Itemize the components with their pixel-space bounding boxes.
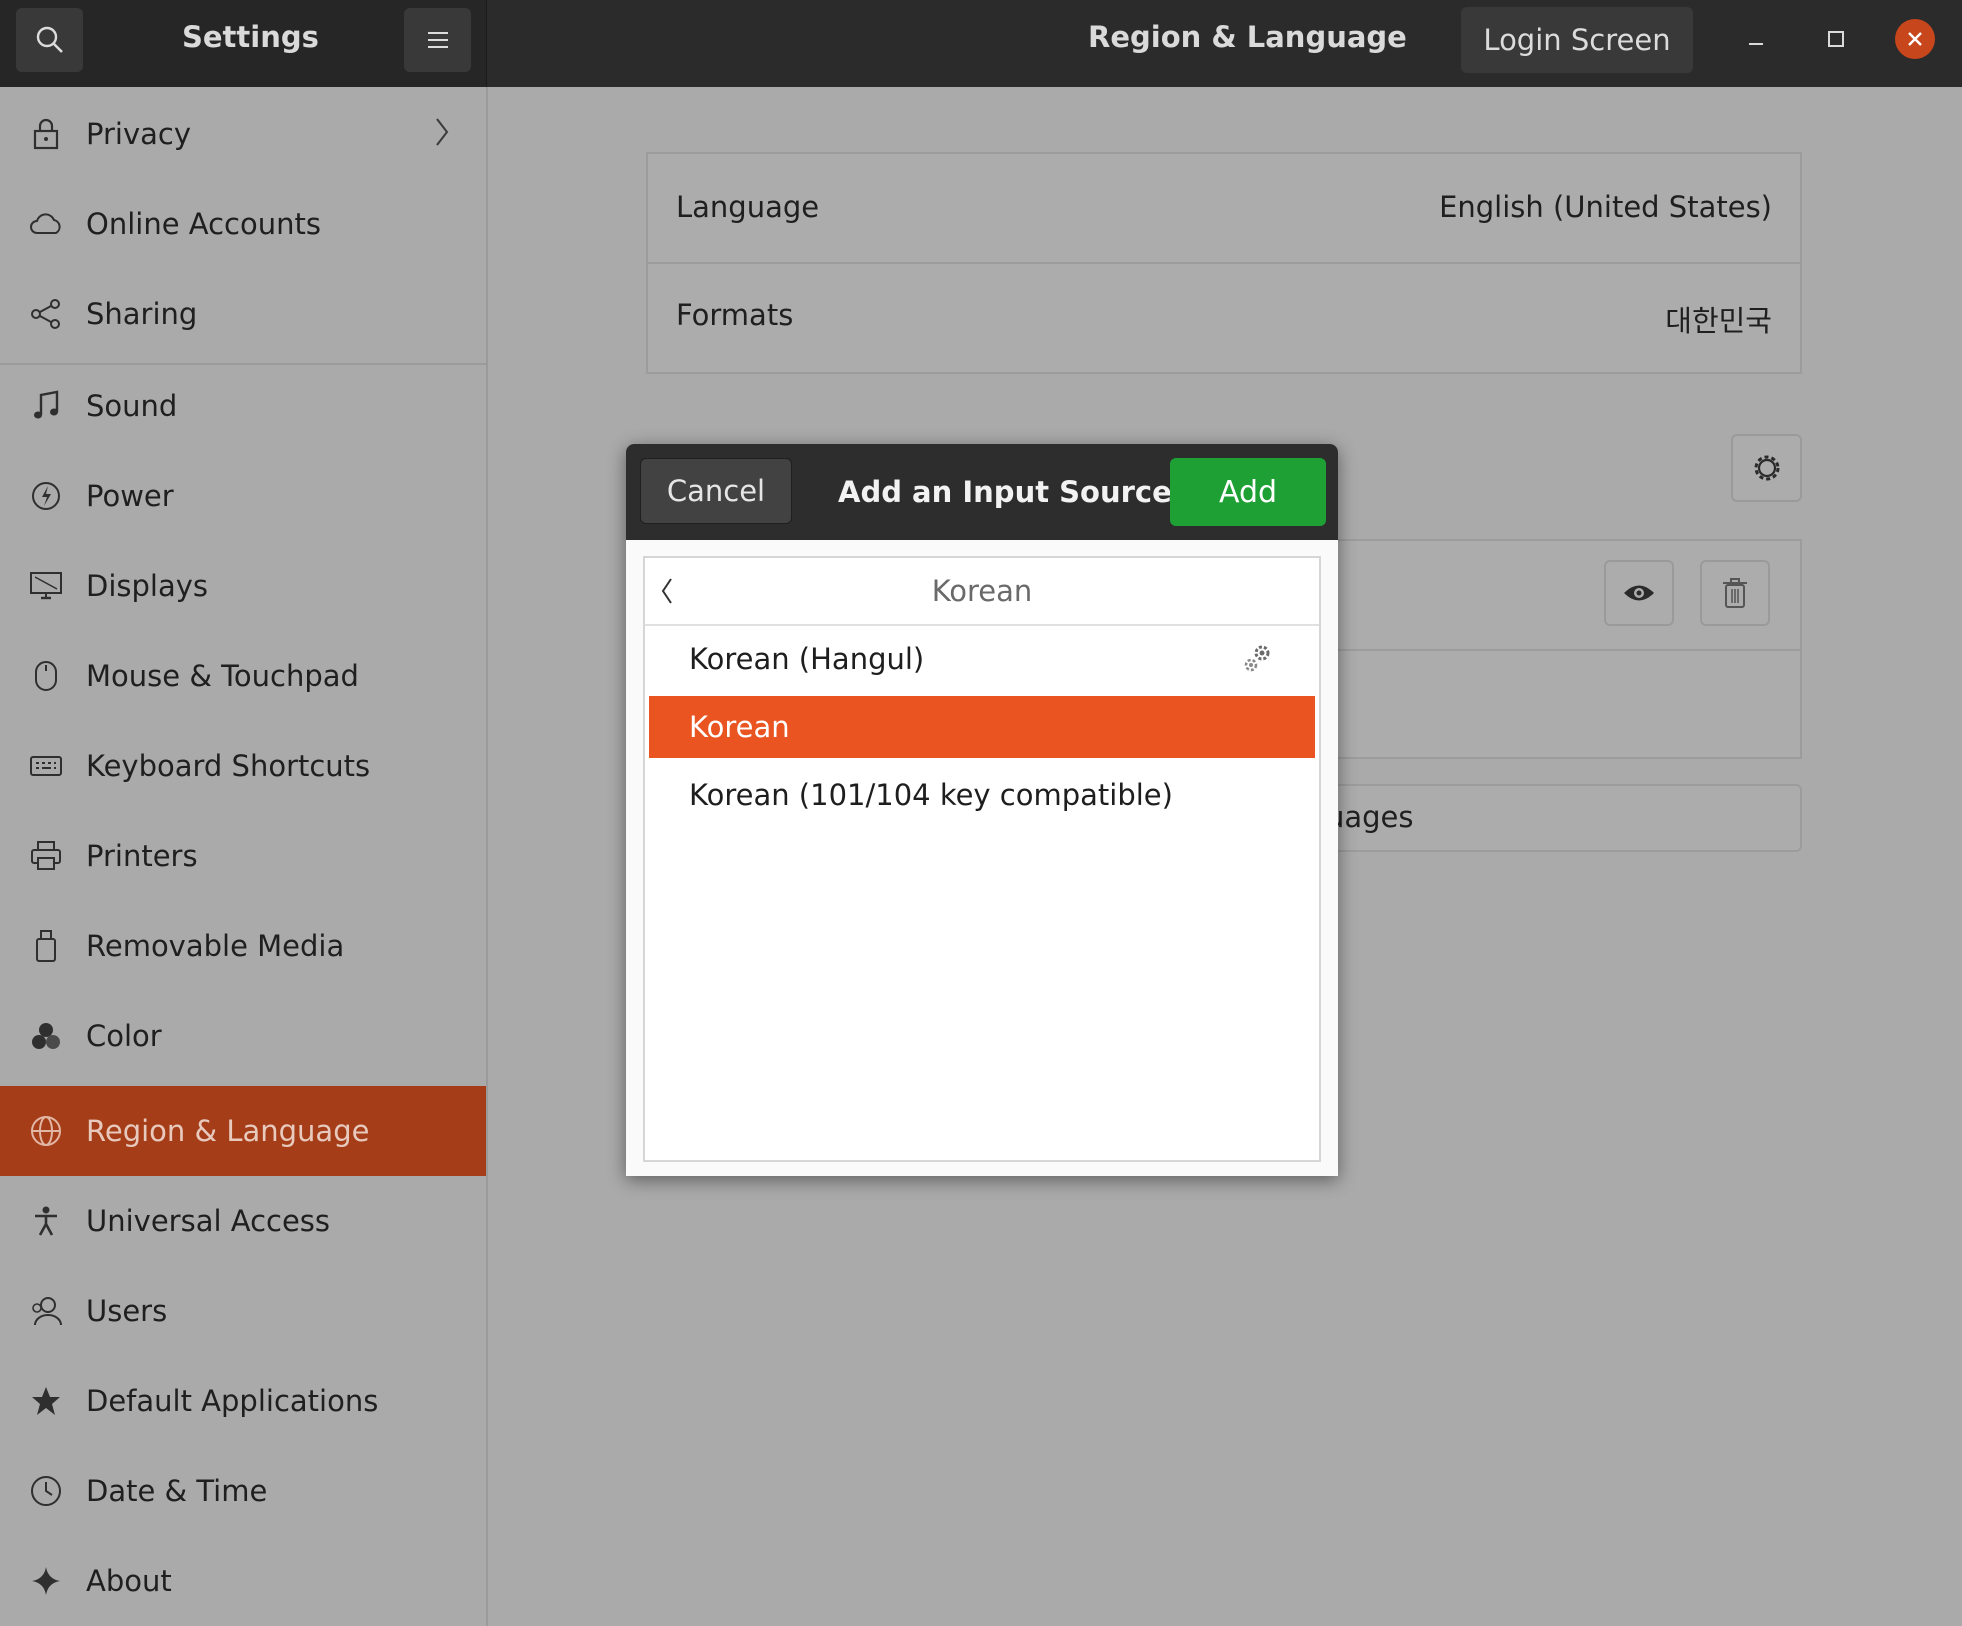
list-item-selected[interactable]: Korean xyxy=(649,696,1315,758)
list-item[interactable]: Korean (Hangul) xyxy=(645,626,1319,692)
remove-input-source-button[interactable] xyxy=(1700,560,1770,626)
list-item-label: Korean (Hangul) xyxy=(689,642,925,676)
gear-icon xyxy=(1754,455,1779,481)
color-icon xyxy=(28,1018,64,1054)
hamburger-menu-icon xyxy=(427,32,448,48)
power-icon xyxy=(28,478,64,514)
close-button[interactable] xyxy=(1895,19,1935,59)
close-icon xyxy=(1908,32,1922,46)
sidebar-item-privacy[interactable]: Privacy xyxy=(0,89,486,179)
clock-icon xyxy=(28,1473,64,1509)
language-formats-panel: Language English (United States) Formats… xyxy=(646,152,1802,374)
mouse-icon xyxy=(28,658,64,694)
sidebar-header: Settings xyxy=(0,0,487,87)
add-button[interactable]: Add xyxy=(1170,458,1326,526)
formats-row[interactable]: Formats 대한민국 xyxy=(648,264,1800,372)
list-header: Korean xyxy=(645,558,1319,626)
sidebar-item-universal-access[interactable]: Universal Access xyxy=(0,1176,486,1266)
display-icon xyxy=(28,568,64,604)
search-icon xyxy=(36,26,63,53)
sidebar-item-label: Power xyxy=(86,479,174,513)
sidebar-item-removable-media[interactable]: Removable Media xyxy=(0,901,486,991)
minimize-icon xyxy=(1749,43,1763,45)
sidebar-item-keyboard-shortcuts[interactable]: Keyboard Shortcuts xyxy=(0,721,486,811)
sidebar-item-label: Sharing xyxy=(86,297,198,331)
list-item-label: Korean (101/104 key compatible) xyxy=(689,778,1173,812)
sidebar-item-about[interactable]: About xyxy=(0,1536,486,1626)
chevron-right-icon xyxy=(434,116,450,152)
cancel-button[interactable]: Cancel xyxy=(640,458,792,524)
sidebar-item-label: Privacy xyxy=(86,117,191,151)
sidebar-item-label: Printers xyxy=(86,839,198,873)
sidebar-item-region-language[interactable]: Region & Language xyxy=(0,1086,486,1176)
input-source-list: Korean Korean (Hangul) Korean Korean (10… xyxy=(643,556,1321,1162)
sidebar-item-label: About xyxy=(86,1564,172,1598)
sidebar-item-power[interactable]: Power xyxy=(0,451,486,541)
dialog-title: Add an Input Source xyxy=(838,475,1172,509)
usb-drive-icon xyxy=(28,928,64,964)
keyboard-icon xyxy=(28,748,64,784)
sidebar-item-label: Displays xyxy=(86,569,209,603)
sidebar-item-label: Online Accounts xyxy=(86,207,321,241)
sidebar-item-color[interactable]: Color xyxy=(0,991,486,1081)
sidebar-item-label: Sound xyxy=(86,389,178,423)
sidebar-item-online-accounts[interactable]: Online Accounts xyxy=(0,179,486,269)
list-item-label: Korean xyxy=(689,710,790,744)
preview-layout-button[interactable] xyxy=(1604,560,1674,626)
sidebar-item-users[interactable]: Users xyxy=(0,1266,486,1356)
sidebar-item-label: Mouse & Touchpad xyxy=(86,659,359,693)
minimize-button[interactable] xyxy=(1737,20,1775,58)
language-label: Language xyxy=(676,190,820,224)
lock-icon xyxy=(28,116,64,152)
sidebar-item-sharing[interactable]: Sharing xyxy=(0,269,486,359)
dialog-header: Cancel Add an Input Source Add xyxy=(626,444,1338,540)
sidebar-item-label: Universal Access xyxy=(86,1204,331,1238)
manage-languages-label: uages xyxy=(1326,800,1414,834)
maximize-icon xyxy=(1828,31,1844,47)
sidebar-item-label: Removable Media xyxy=(86,929,345,963)
sidebar-item-label: Users xyxy=(86,1294,168,1328)
share-icon xyxy=(28,296,64,332)
cloud-icon xyxy=(28,206,64,242)
sidebar-item-sound[interactable]: Sound xyxy=(0,361,486,451)
sidebar-item-mouse-touchpad[interactable]: Mouse & Touchpad xyxy=(0,631,486,721)
list-item[interactable]: Korean (101/104 key compatible) xyxy=(645,762,1319,828)
input-source-options-button[interactable] xyxy=(1731,434,1802,502)
globe-icon xyxy=(28,1113,64,1149)
language-row[interactable]: Language English (United States) xyxy=(648,154,1800,264)
sidebar-item-printers[interactable]: Printers xyxy=(0,811,486,901)
title-bar: Settings Region & Language Login Screen xyxy=(0,0,1962,87)
sidebar-item-label: Color xyxy=(86,1019,162,1053)
app-title: Settings xyxy=(182,20,319,54)
settings-gears-icon xyxy=(1241,642,1275,678)
page-title: Region & Language xyxy=(1088,20,1407,54)
eye-icon xyxy=(1624,585,1654,601)
sparkle-icon xyxy=(28,1563,64,1599)
sidebar-item-label: Keyboard Shortcuts xyxy=(86,749,371,783)
music-note-icon xyxy=(28,388,64,424)
language-value: English (United States) xyxy=(1439,190,1772,224)
formats-label: Formats xyxy=(676,298,794,332)
sidebar-item-default-applications[interactable]: Default Applications xyxy=(0,1356,486,1446)
add-input-source-dialog: Cancel Add an Input Source Add Korean Ko… xyxy=(626,444,1338,1176)
printer-icon xyxy=(28,838,64,874)
manage-languages-button[interactable]: uages xyxy=(1318,784,1802,852)
sidebar-item-label: Default Applications xyxy=(86,1384,379,1418)
sidebar: Privacy Online Accounts Sharing Sound Po… xyxy=(0,87,488,1626)
search-button[interactable] xyxy=(16,8,83,72)
list-header-title: Korean xyxy=(931,574,1033,608)
star-icon xyxy=(28,1383,64,1419)
trash-icon xyxy=(1723,578,1747,608)
sidebar-item-label: Date & Time xyxy=(86,1474,268,1508)
accessibility-icon xyxy=(28,1203,64,1239)
menu-button[interactable] xyxy=(404,8,471,72)
maximize-button[interactable] xyxy=(1817,20,1855,58)
sidebar-item-label: Region & Language xyxy=(86,1114,370,1148)
formats-value: 대한민국 xyxy=(1665,304,1772,338)
users-icon xyxy=(28,1293,64,1329)
sidebar-item-date-time[interactable]: Date & Time xyxy=(0,1446,486,1536)
sidebar-item-displays[interactable]: Displays xyxy=(0,541,486,631)
login-screen-button[interactable]: Login Screen xyxy=(1461,7,1693,73)
